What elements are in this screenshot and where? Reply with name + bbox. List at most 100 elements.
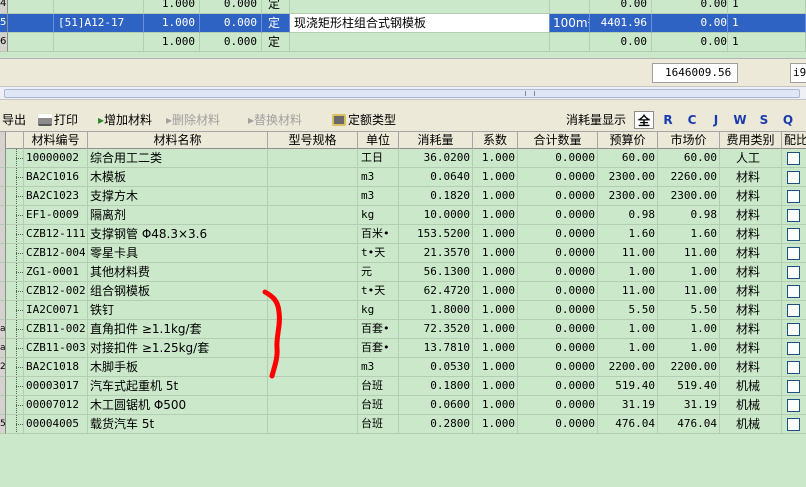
material-row[interactable]: IA2C0071 铁钉 kg 1.8000 1.000 0.0000 5.50 5.50 材料 — [0, 301, 806, 320]
material-cell-cost-type[interactable]: 材料 — [720, 301, 782, 320]
material-cell-consumption[interactable]: 1.8000 — [399, 301, 473, 320]
material-cell-consumption[interactable]: 10.0000 — [399, 206, 473, 225]
ratio-checkbox[interactable] — [787, 152, 800, 165]
quota-cell-qty[interactable]: 1.000 — [144, 14, 200, 33]
material-cell-coefficient[interactable]: 1.000 — [473, 301, 518, 320]
material-cell-spec[interactable] — [268, 320, 358, 339]
ratio-checkbox[interactable] — [787, 323, 800, 336]
material-row[interactable]: 00003017 汽车式起重机 5t 台班 0.1800 1.000 0.0000 519.… — [0, 377, 806, 396]
material-cell-unit[interactable]: m3 — [358, 358, 399, 377]
material-cell-unit[interactable]: m3 — [358, 168, 399, 187]
material-cell-consumption[interactable]: 72.3520 — [399, 320, 473, 339]
material-cell-market-price[interactable]: 11.00 — [658, 282, 720, 301]
material-cell-spec[interactable] — [268, 377, 358, 396]
quota-cell-unit[interactable] — [550, 33, 590, 52]
material-cell-budget-price[interactable]: 476.04 — [598, 415, 658, 434]
ratio-checkbox[interactable] — [787, 247, 800, 260]
material-cell-coefficient[interactable]: 1.000 — [473, 396, 518, 415]
quota-cell-name[interactable] — [290, 0, 550, 14]
material-cell-budget-price[interactable]: 1.00 — [598, 339, 658, 358]
ratio-checkbox[interactable] — [787, 266, 800, 279]
material-cell-consumption[interactable]: 0.2800 — [399, 415, 473, 434]
material-cell-total-qty[interactable]: 0.0000 — [518, 377, 598, 396]
quota-row[interactable]: 5 [51]A12-17 1.000 0.000 定现浇矩形柱组合式钢模板 100m² 44… — [0, 14, 806, 33]
material-cell-budget-price[interactable]: 519.40 — [598, 377, 658, 396]
material-cell-consumption[interactable]: 0.1820 — [399, 187, 473, 206]
material-cell-code[interactable]: CZB11-003 — [24, 339, 88, 358]
material-cell-name[interactable]: 对接扣件 ≥1.25kg/套 — [88, 339, 268, 358]
material-cell-market-price[interactable]: 1.00 — [658, 320, 720, 339]
material-cell-market-price[interactable]: 1.00 — [658, 339, 720, 358]
material-cell-name[interactable]: 综合用工二类 — [88, 149, 268, 168]
material-cell-cost-type[interactable]: 材料 — [720, 244, 782, 263]
horizontal-scrollbar[interactable] — [0, 86, 806, 100]
material-cell-market-price[interactable]: 31.19 — [658, 396, 720, 415]
material-cell-total-qty[interactable]: 0.0000 — [518, 358, 598, 377]
material-cell-market-price[interactable]: 1.00 — [658, 263, 720, 282]
material-cell-spec[interactable] — [268, 225, 358, 244]
filter-s[interactable]: S — [754, 111, 774, 129]
quota-cell-qty[interactable]: 1.000 — [144, 0, 200, 14]
material-cell-market-price[interactable]: 0.98 — [658, 206, 720, 225]
material-cell-unit[interactable]: m3 — [358, 187, 399, 206]
material-cell-total-qty[interactable]: 0.0000 — [518, 320, 598, 339]
material-cell-code[interactable]: BA2C1016 — [24, 168, 88, 187]
ratio-checkbox[interactable] — [787, 190, 800, 203]
splitter[interactable] — [0, 100, 806, 108]
material-cell-total-qty[interactable]: 0.0000 — [518, 149, 598, 168]
material-cell-coefficient[interactable]: 1.000 — [473, 377, 518, 396]
material-cell-budget-price[interactable]: 1.60 — [598, 225, 658, 244]
quota-cell-price2[interactable]: 0.00 — [652, 33, 728, 52]
quota-cell-price2[interactable]: 0.00 — [652, 0, 728, 14]
scrollbar-thumb[interactable] — [4, 89, 800, 98]
material-row[interactable]: 10000002 综合用工二类 工日 36.0200 1.000 0.0000 60.00 6… — [0, 149, 806, 168]
col-header-consumption[interactable]: 消耗量 — [399, 132, 473, 149]
material-row[interactable]: a CZB11-002 直角扣件 ≥1.1kg/套 百套• 72.3520 1.000 0.… — [0, 320, 806, 339]
ratio-checkbox[interactable] — [787, 285, 800, 298]
material-cell-budget-price[interactable]: 2200.00 — [598, 358, 658, 377]
quota-cell-price2[interactable]: 0.00 — [652, 14, 728, 33]
material-cell-name[interactable]: 木脚手板 — [88, 358, 268, 377]
quota-cell-price[interactable]: 0.00 — [590, 33, 652, 52]
material-cell-name[interactable]: 支撑方木 — [88, 187, 268, 206]
material-cell-coefficient[interactable]: 1.000 — [473, 149, 518, 168]
material-cell-code[interactable]: CZB12-111 — [24, 225, 88, 244]
material-cell-total-qty[interactable]: 0.0000 — [518, 339, 598, 358]
material-cell-spec[interactable] — [268, 358, 358, 377]
material-cell-total-qty[interactable]: 0.0000 — [518, 415, 598, 434]
material-row[interactable]: CZB12-111 支撑钢管 Φ48.3×3.6 百米• 153.5200 1.000 0… — [0, 225, 806, 244]
material-cell-budget-price[interactable]: 1.00 — [598, 263, 658, 282]
material-cell-code[interactable]: BA2C1018 — [24, 358, 88, 377]
material-cell-cost-type[interactable]: 材料 — [720, 187, 782, 206]
material-cell-market-price[interactable]: 2260.00 — [658, 168, 720, 187]
material-cell-cost-type[interactable]: 机械 — [720, 377, 782, 396]
material-cell-budget-price[interactable]: 2300.00 — [598, 187, 658, 206]
quota-cell-one[interactable]: 1 — [728, 14, 806, 33]
quota-cell-qty[interactable]: 1.000 — [144, 33, 200, 52]
material-cell-spec[interactable] — [268, 149, 358, 168]
material-row[interactable]: CZB12-002 组合钢模板 t•天 62.4720 1.000 0.0000 11.00… — [0, 282, 806, 301]
material-cell-total-qty[interactable]: 0.0000 — [518, 225, 598, 244]
material-cell-cost-type[interactable]: 材料 — [720, 358, 782, 377]
col-header-cost-type[interactable]: 费用类别 — [720, 132, 782, 149]
material-cell-unit[interactable]: 台班 — [358, 396, 399, 415]
material-cell-budget-price[interactable]: 1.00 — [598, 320, 658, 339]
material-cell-coefficient[interactable]: 1.000 — [473, 225, 518, 244]
quota-cell-code[interactable] — [54, 0, 144, 14]
material-cell-name[interactable]: 汽车式起重机 5t — [88, 377, 268, 396]
quota-row[interactable]: 4 1.000 0.000 定 0.00 0.00 1 — [0, 0, 806, 14]
material-cell-unit[interactable]: t•天 — [358, 244, 399, 263]
material-cell-cost-type[interactable]: 人工 — [720, 149, 782, 168]
material-cell-total-qty[interactable]: 0.0000 — [518, 187, 598, 206]
quota-cell-unit[interactable] — [550, 0, 590, 14]
quota-cell-price[interactable]: 4401.96 — [590, 14, 652, 33]
material-row[interactable]: 00007012 木工圆锯机 Φ500 台班 0.0600 1.000 0.0000 31.… — [0, 396, 806, 415]
col-header-market-price[interactable]: 市场价 — [658, 132, 720, 149]
material-cell-code[interactable]: 10000002 — [24, 149, 88, 168]
quota-cell-zero[interactable]: 0.000 — [200, 0, 262, 14]
material-cell-unit[interactable]: 百米• — [358, 225, 399, 244]
material-cell-market-price[interactable]: 60.00 — [658, 149, 720, 168]
material-row[interactable]: EF1-0009 隔离剂 kg 10.0000 1.000 0.0000 0.98 0.98 材… — [0, 206, 806, 225]
material-cell-code[interactable]: BA2C1023 — [24, 187, 88, 206]
filter-r[interactable]: R — [658, 111, 678, 129]
